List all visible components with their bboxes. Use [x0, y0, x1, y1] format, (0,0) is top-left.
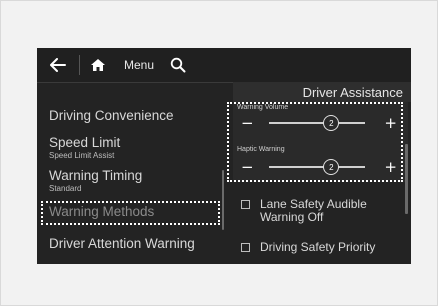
settings-panel: Warning Volume − 2 + Haptic Warning − 2 … — [227, 102, 408, 264]
menu-item-label: Speed Limit — [49, 135, 121, 150]
highlight-box-sound-settings — [227, 102, 403, 182]
figure-frame: Menu Driver Assistance Driving Convenien… — [0, 0, 438, 306]
driving-safety-priority-option[interactable]: Driving Safety Priority — [241, 241, 406, 257]
right-scrollbar[interactable] — [405, 144, 408, 214]
page-title: Driver Assistance — [302, 85, 403, 100]
menu-item-driver-attention-warning[interactable]: Driver Attention Warning — [49, 236, 219, 262]
option-label: Driving Safety Priority — [260, 240, 376, 254]
separator — [79, 55, 80, 75]
home-icon[interactable] — [85, 48, 111, 82]
menu-button[interactable]: Menu — [117, 48, 161, 82]
menu-item-driving-convenience[interactable]: Driving Convenience — [49, 108, 174, 124]
checkbox[interactable] — [241, 243, 250, 252]
checkbox[interactable] — [241, 200, 250, 209]
lane-safety-audible-warning-off-option[interactable]: Lane Safety Audible Warning Off — [241, 198, 406, 226]
left-scrollbar[interactable] — [222, 170, 224, 230]
top-bar: Menu — [37, 48, 411, 83]
left-menu: Driving Convenience Speed Limit Speed Li… — [37, 102, 227, 264]
infotainment-screen: Menu Driver Assistance Driving Convenien… — [37, 48, 411, 264]
search-icon[interactable] — [165, 48, 191, 82]
highlight-box-warning-methods — [41, 201, 220, 225]
menu-item-value: Speed Limit Assist — [49, 151, 115, 160]
menu-item-warning-timing[interactable]: Warning Timing Standard — [49, 168, 142, 194]
option-label: Lane Safety Audible Warning Off — [260, 197, 367, 224]
menu-item-label: Warning Timing — [49, 168, 143, 183]
menu-item-label: Driver Attention Warning — [49, 236, 195, 251]
section-header: Driver Assistance — [233, 82, 411, 102]
menu-label: Menu — [123, 58, 155, 72]
menu-item-label: Driving Convenience — [49, 108, 174, 123]
menu-item-speed-limit[interactable]: Speed Limit Speed Limit Assist — [49, 135, 120, 161]
back-arrow-icon[interactable] — [43, 48, 73, 82]
menu-item-value: Standard — [49, 184, 82, 193]
